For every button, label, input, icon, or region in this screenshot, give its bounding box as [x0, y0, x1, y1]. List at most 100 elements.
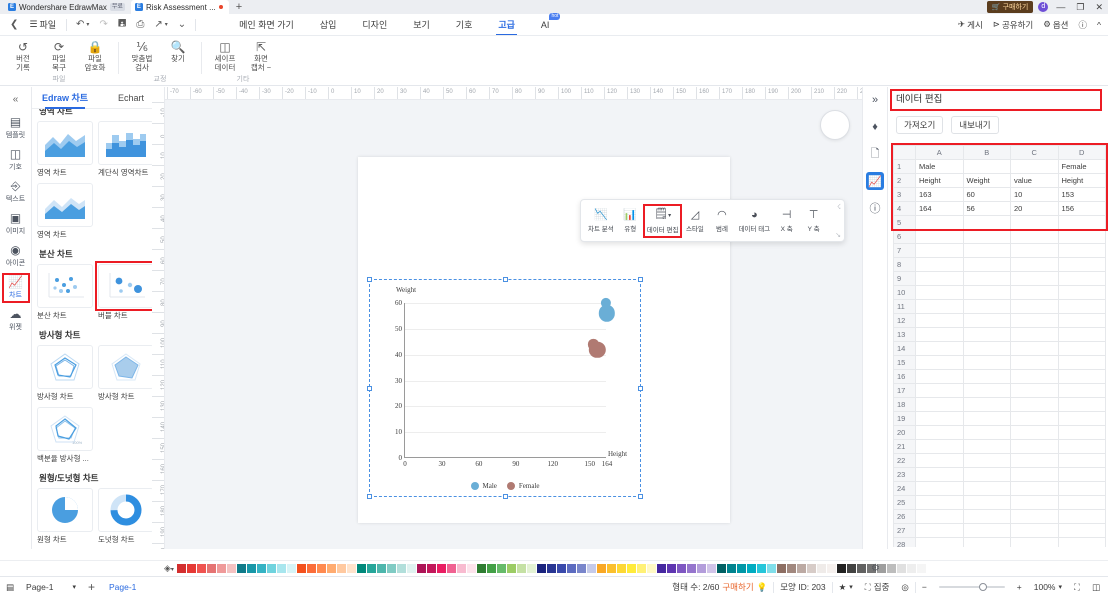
- table-cell[interactable]: [1057, 285, 1106, 300]
- legend-button[interactable]: ◠ 범례: [708, 207, 735, 235]
- table-cell[interactable]: [962, 313, 1011, 328]
- table-cell[interactable]: [915, 355, 964, 370]
- row-header[interactable]: 22: [893, 453, 916, 468]
- row-header[interactable]: 1: [893, 159, 916, 174]
- table-row[interactable]: 11: [893, 299, 1106, 314]
- zoom-out-button[interactable]: −: [916, 582, 933, 592]
- color-swatch[interactable]: [906, 564, 916, 573]
- table-cell[interactable]: [1010, 257, 1059, 272]
- color-swatch[interactable]: [676, 564, 686, 573]
- table-cell[interactable]: [1057, 229, 1106, 244]
- table-cell[interactable]: [915, 271, 964, 286]
- table-cell[interactable]: 163: [915, 187, 964, 202]
- fill-style-icon[interactable]: ♦: [866, 118, 884, 136]
- row-header[interactable]: 25: [893, 495, 916, 510]
- color-swatch[interactable]: [246, 564, 256, 573]
- zoom-slider[interactable]: [938, 583, 1005, 591]
- color-swatch[interactable]: [526, 564, 536, 573]
- chart-type-button[interactable]: 📊 유형: [617, 207, 644, 235]
- table-cell[interactable]: 20: [1010, 201, 1059, 216]
- table-row[interactable]: 14: [893, 341, 1106, 356]
- table-cell[interactable]: [962, 257, 1011, 272]
- table-cell[interactable]: [915, 537, 964, 547]
- table-cell[interactable]: [962, 383, 1011, 398]
- table-cell[interactable]: [1010, 229, 1059, 244]
- color-swatch[interactable]: [556, 564, 566, 573]
- chart-thumb-area[interactable]: 영역 차트: [37, 121, 93, 178]
- data-tag-button[interactable]: ◕ 데이터 태그: [735, 207, 773, 235]
- sidebar-item-image[interactable]: ▣ 이미지: [1, 208, 31, 240]
- table-cell[interactable]: [915, 243, 964, 258]
- table-cell[interactable]: [915, 215, 964, 230]
- color-swatch[interactable]: [196, 564, 206, 573]
- table-row[interactable]: 4 164 56 20 156: [893, 201, 1106, 216]
- color-swatch[interactable]: [756, 564, 766, 573]
- table-cell[interactable]: [1057, 215, 1106, 230]
- table-cell[interactable]: [1010, 537, 1059, 547]
- color-swatch[interactable]: [646, 564, 656, 573]
- color-swatch[interactable]: [656, 564, 666, 573]
- help-button[interactable]: ⓘ: [1074, 19, 1091, 31]
- table-row[interactable]: 17: [893, 383, 1106, 398]
- color-swatch[interactable]: [406, 564, 416, 573]
- table-cell[interactable]: 56: [962, 201, 1011, 216]
- row-header[interactable]: 3: [893, 187, 916, 202]
- color-swatch[interactable]: [236, 564, 246, 573]
- sidebar-item-template[interactable]: ▤ 템플릿: [1, 112, 31, 144]
- table-cell[interactable]: [962, 481, 1011, 496]
- table-cell[interactable]: [962, 271, 1011, 286]
- table-cell[interactable]: [915, 397, 964, 412]
- table-cell[interactable]: [1057, 383, 1106, 398]
- sidebar-item-icons[interactable]: ◉ 아이콘: [1, 240, 31, 272]
- file-menu[interactable]: ☰ 파일: [23, 15, 62, 35]
- color-swatch[interactable]: [546, 564, 556, 573]
- column-header[interactable]: B: [962, 145, 1011, 160]
- chart-thumb-pie[interactable]: 원형 차트: [37, 488, 93, 545]
- table-cell[interactable]: [962, 355, 1011, 370]
- tab-view[interactable]: 보기: [400, 14, 443, 35]
- table-row[interactable]: 25: [893, 495, 1106, 510]
- row-header[interactable]: 9: [893, 271, 916, 286]
- color-swatch[interactable]: [296, 564, 306, 573]
- zoom-level[interactable]: 100% ▾: [1028, 582, 1068, 592]
- table-row[interactable]: 12: [893, 313, 1106, 328]
- table-row[interactable]: 16: [893, 369, 1106, 384]
- table-cell[interactable]: [1057, 509, 1106, 524]
- table-cell[interactable]: [962, 397, 1011, 412]
- table-cell[interactable]: [1010, 425, 1059, 440]
- table-cell[interactable]: [962, 411, 1011, 426]
- canvas-floating-handle[interactable]: [820, 110, 850, 140]
- layers-button[interactable]: ★ ▾: [833, 582, 859, 593]
- color-swatch[interactable]: [816, 564, 826, 573]
- table-cell[interactable]: [915, 299, 964, 314]
- table-cell[interactable]: [1010, 397, 1059, 412]
- edit-data-button[interactable]: 🗒▾ 데이터 편집: [642, 203, 683, 238]
- row-header[interactable]: 5: [893, 215, 916, 230]
- table-cell[interactable]: [915, 285, 964, 300]
- spellcheck-button[interactable]: ⅙ 맞춤법 검사: [124, 38, 160, 72]
- table-row[interactable]: 2 Height Weight value Height: [893, 173, 1106, 188]
- color-swatch[interactable]: [636, 564, 646, 573]
- sidebar-item-text[interactable]: ⎆ 텍스트: [1, 176, 31, 208]
- file-encrypt-button[interactable]: 🔒 파일 암호화: [77, 38, 113, 72]
- table-cell[interactable]: [915, 229, 964, 244]
- collapse-left-icon[interactable]: «: [13, 91, 19, 112]
- chart-thumb-radar-filled[interactable]: 방사형 차트: [98, 345, 154, 402]
- color-swatch[interactable]: [266, 564, 276, 573]
- row-header[interactable]: 18: [893, 397, 916, 412]
- table-cell[interactable]: [1010, 313, 1059, 328]
- expand-right-icon[interactable]: »: [866, 91, 884, 109]
- table-cell[interactable]: [1010, 495, 1059, 510]
- toolbar-pin-icon[interactable]: ☇: [837, 203, 841, 211]
- chart-object-selection[interactable]: Weight Height 0 10 20 30 40 50 60 0 30 60 90 120 150…: [367, 277, 643, 499]
- chart-analysis-button[interactable]: 📉 차트 분석: [585, 207, 617, 235]
- table-cell[interactable]: [915, 495, 964, 510]
- table-cell[interactable]: [1010, 369, 1059, 384]
- color-swatch[interactable]: [336, 564, 346, 573]
- table-cell[interactable]: [1057, 481, 1106, 496]
- color-swatch[interactable]: [496, 564, 506, 573]
- table-cell[interactable]: [1010, 509, 1059, 524]
- resize-handle-se[interactable]: [638, 494, 643, 499]
- table-cell[interactable]: [962, 495, 1011, 510]
- color-swatch[interactable]: [726, 564, 736, 573]
